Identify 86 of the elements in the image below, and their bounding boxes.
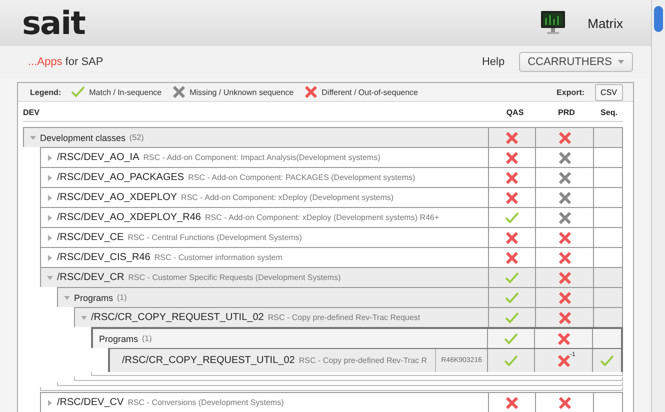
expander-icon[interactable] <box>47 154 53 160</box>
row-name: /RSC/CR_COPY_REQUEST_UTIL_02 <box>122 355 295 366</box>
scrollbar[interactable] <box>651 0 665 412</box>
row-name: Programs <box>99 334 138 344</box>
row-description: RSC - Conversions (Development Systems) <box>128 398 284 407</box>
x-icon <box>505 172 519 184</box>
column-header: DEV <box>23 108 40 117</box>
row-name: /RSC/DEV_CIS_R46 <box>57 252 150 263</box>
check-icon <box>505 272 519 284</box>
legend-label: Legend: <box>30 88 62 96</box>
csv-button[interactable]: CSV <box>594 84 623 100</box>
expander-icon[interactable] <box>47 254 53 260</box>
expander-icon[interactable] <box>30 134 36 140</box>
x-icon <box>556 354 570 366</box>
check-icon <box>504 354 518 366</box>
row-description: RSC - Add-on Component: xDeploy (Development systems) <box>181 193 394 202</box>
x-icon <box>505 252 519 264</box>
x-icon <box>172 86 186 98</box>
row-description: RSC - Add-on Component: Impact Analysis(Development systems) <box>143 153 380 162</box>
export-label: Export: <box>556 88 585 96</box>
x-icon <box>558 252 572 264</box>
expander-icon[interactable] <box>47 400 53 406</box>
row-description: RSC - Central Functions (Development Systems) <box>128 233 302 242</box>
x-icon <box>505 396 519 408</box>
tagline: ...Apps for SAP <box>28 56 104 68</box>
row-name: /RSC/DEV_CV <box>57 397 124 408</box>
row-description: RSC - Copy pre-defined Rev-Trac R <box>298 356 428 365</box>
x-icon <box>556 332 570 344</box>
help-link[interactable]: Help <box>482 56 505 68</box>
row-count: (1) <box>142 334 152 343</box>
monitor-icon <box>540 10 566 36</box>
row-description: RSC - Customer Specific Requests (Development Systems) <box>128 273 341 282</box>
check-icon <box>505 292 519 304</box>
column-header: PRD <box>557 108 576 117</box>
expander-icon[interactable] <box>81 314 87 320</box>
check-icon <box>504 332 518 344</box>
x-icon <box>558 272 572 284</box>
row-name: /RSC/DEV_AO_IA <box>57 152 140 163</box>
x-icon <box>558 232 572 244</box>
row-description: RSC - Add-on Component: PACKAGES (Development systems) <box>188 173 416 182</box>
row-description: RSC - Add-on Component: xDeploy (Development systems) R46+ <box>204 213 440 222</box>
x-icon <box>558 172 572 184</box>
x-icon <box>505 232 519 244</box>
row-name: Programs <box>74 292 114 302</box>
row-count: (1) <box>117 293 127 302</box>
check-icon <box>505 312 519 324</box>
expander-icon[interactable] <box>47 194 53 200</box>
row-name: /RSC/DEV_AO_PACKAGES <box>57 172 184 183</box>
expander-icon[interactable] <box>47 234 53 240</box>
row-count: (52) <box>130 133 144 142</box>
expander-icon[interactable] <box>47 174 53 180</box>
legend-text: Different / Out-of-sequence <box>322 88 418 96</box>
row-name: /RSC/DEV_AO_XDEPLOY <box>57 192 178 203</box>
row-name: /RSC/DEV_CE <box>57 232 124 243</box>
expander-icon[interactable] <box>47 274 53 280</box>
row-name: /RSC/DEV_AO_XDEPLOY_R46 <box>57 212 201 223</box>
x-icon <box>558 152 572 164</box>
x-icon <box>558 396 572 408</box>
check-icon <box>505 212 519 224</box>
x-icon <box>505 132 519 144</box>
x-icon <box>505 192 519 204</box>
user-dropdown[interactable]: CCARRUTHERS <box>518 52 633 72</box>
column-header: QAS <box>505 108 525 117</box>
check-icon <box>600 354 614 366</box>
x-icon <box>558 212 572 224</box>
row-description: RSC - Customer information system <box>154 253 282 262</box>
expander-icon[interactable] <box>47 214 53 220</box>
x-icon <box>558 132 572 144</box>
caret-icon <box>618 60 624 64</box>
x-icon <box>558 292 572 304</box>
row-description: RSC - Copy pre-defined Rev-Trac Request <box>268 313 420 322</box>
app-name: Matrix <box>588 16 623 30</box>
x-icon <box>558 312 572 324</box>
logo: sait <box>22 7 85 39</box>
tree-row[interactable]: /RSC/CR_COPY_REQUEST_UTIL_02 RSC - Copy pre-defined Rev-Trac R <box>110 349 436 372</box>
x-icon <box>558 192 572 204</box>
x-icon <box>304 86 318 98</box>
column-header: Seq. <box>600 108 618 117</box>
row-name: /RSC/DEV_CR <box>57 272 124 283</box>
legend-text: Missing / Unknown sequence <box>190 88 294 96</box>
expander-icon[interactable] <box>64 294 70 300</box>
x-icon <box>505 152 519 164</box>
row-name: /RSC/CR_COPY_REQUEST_UTIL_02 <box>91 312 264 323</box>
legend-text: Match / In-sequence <box>89 88 162 96</box>
check-icon <box>71 86 86 98</box>
row-name: Development classes <box>40 132 126 142</box>
